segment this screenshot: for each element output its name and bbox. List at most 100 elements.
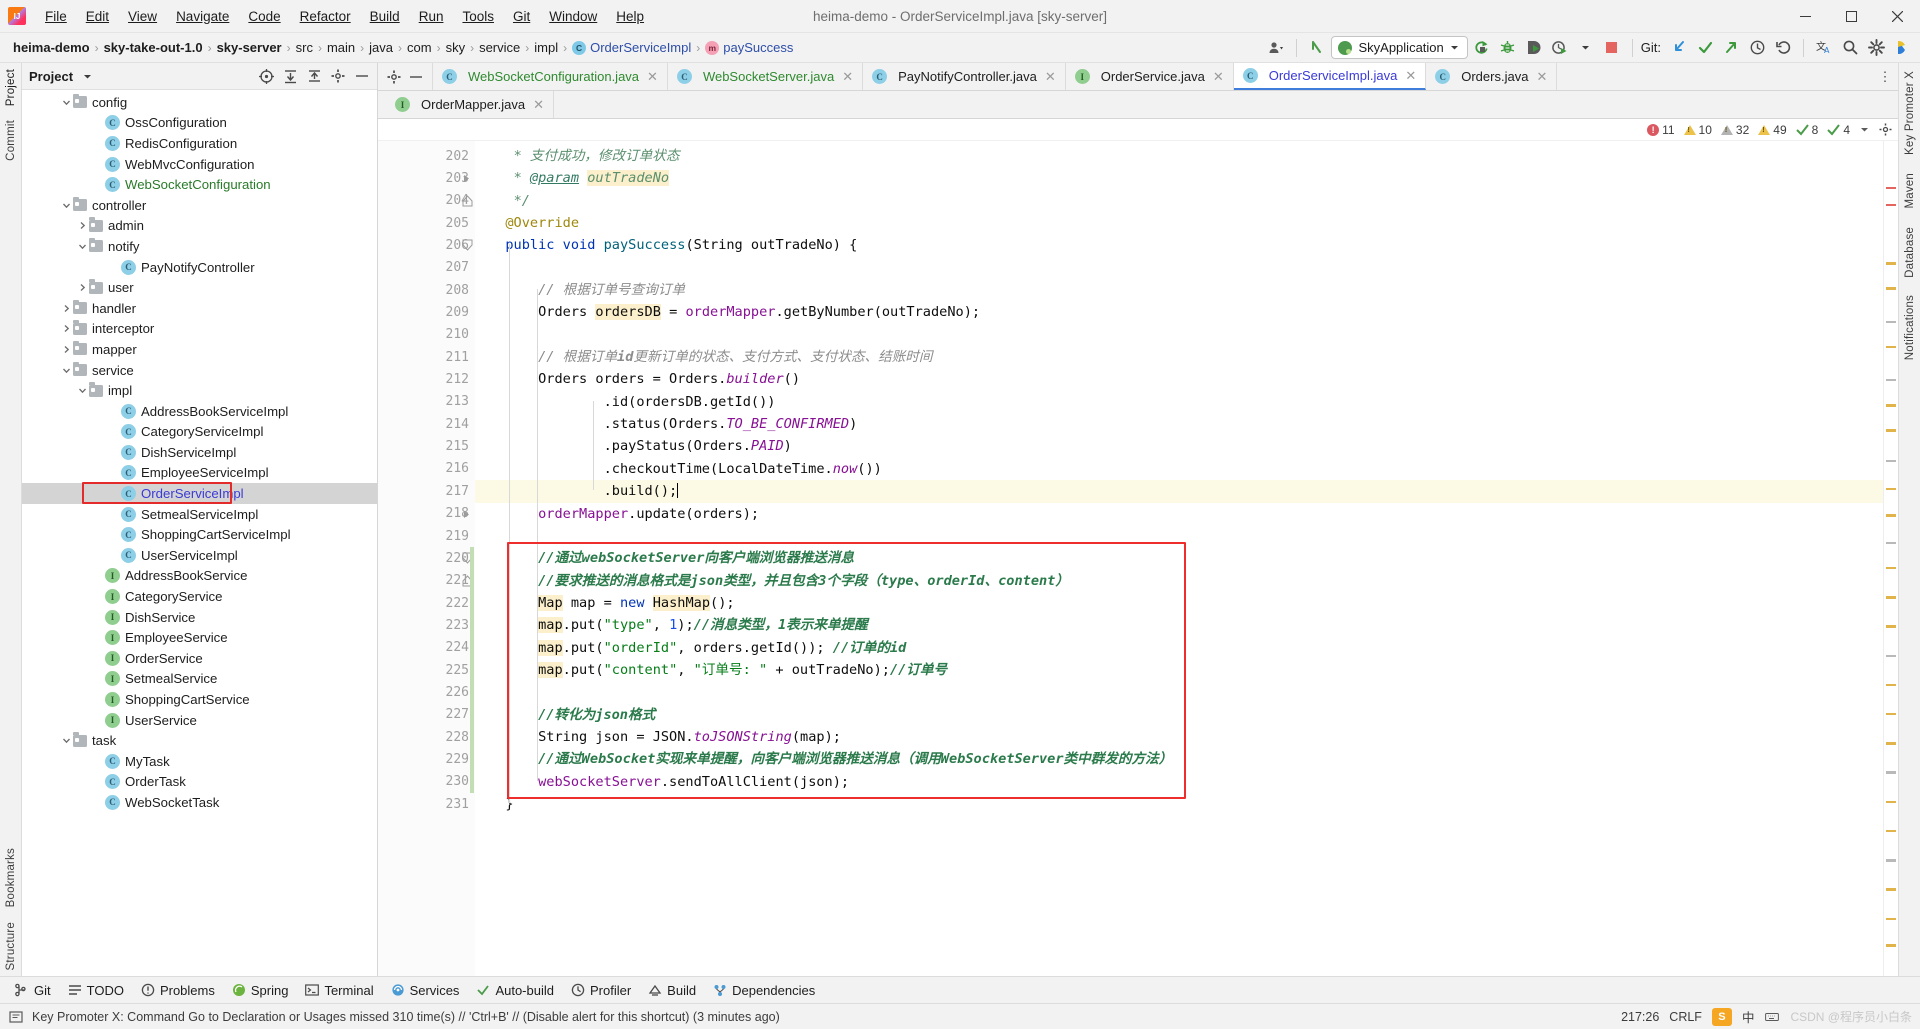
tree-expander-icon[interactable] — [76, 240, 89, 253]
close-button[interactable] — [1874, 0, 1920, 32]
line-number-204[interactable]: 204 — [378, 190, 475, 212]
code-line-207[interactable] — [475, 257, 1883, 279]
code-editor[interactable]: 202203204205206I207208209210211212213214… — [378, 141, 1898, 976]
code-line-209[interactable]: Orders ordersDB = orderMapper.getByNumbe… — [475, 301, 1883, 323]
tree-expander-icon[interactable] — [76, 384, 89, 397]
breadcrumb-item-main[interactable]: main — [324, 38, 358, 57]
tree-expander-icon[interactable] — [92, 611, 105, 624]
menu-code[interactable]: Code — [239, 5, 289, 28]
tree-expander-icon[interactable] — [108, 487, 121, 500]
tree-expander-icon[interactable] — [108, 261, 121, 274]
tool-window-todo[interactable]: TODO — [61, 980, 131, 1001]
settings-icon[interactable] — [1864, 36, 1888, 60]
code-line-214[interactable]: .status(Orders.TO_BE_CONFIRMED) — [475, 413, 1883, 435]
line-number-223[interactable]: 223 — [378, 614, 475, 636]
code-line-218[interactable]: orderMapper.update(orders); — [475, 503, 1883, 525]
inspection-marker[interactable] — [1886, 742, 1896, 745]
tool-window-build[interactable]: Build — [641, 980, 703, 1001]
tree-item-controller[interactable]: controller — [22, 195, 377, 216]
line-number-207[interactable]: 207 — [378, 257, 475, 279]
tree-expander-icon[interactable] — [108, 466, 121, 479]
close-icon[interactable]: ✕ — [533, 97, 544, 113]
line-number-219[interactable]: 219 — [378, 525, 475, 547]
line-number-218[interactable]: 218 — [378, 503, 475, 525]
inspection-scrollbar[interactable] — [1883, 141, 1898, 976]
menu-tools[interactable]: Tools — [453, 5, 503, 28]
code-line-230[interactable]: webSocketServer.sendToAllClient(json); — [475, 771, 1883, 793]
menu-window[interactable]: Window — [540, 5, 606, 28]
tree-item-webmvcconfiguration[interactable]: C WebMvcConfiguration — [22, 154, 377, 175]
menu-help[interactable]: Help — [607, 5, 653, 28]
close-icon[interactable]: ✕ — [1536, 69, 1547, 85]
editor-tab-paynotifycontroller[interactable]: C PayNotifyController.java ✕ — [863, 63, 1066, 90]
tree-expander-icon[interactable] — [76, 281, 89, 294]
tree-expander-icon[interactable] — [60, 302, 73, 315]
tree-item-employeeserviceimpl[interactable]: C EmployeeServiceImpl — [22, 463, 377, 484]
editor-tabs[interactable]: C WebSocketConfiguration.java ✕ C WebSocketS… — [433, 63, 1558, 90]
code-fold-icon[interactable] — [462, 194, 473, 207]
line-number-216[interactable]: 216 — [378, 458, 475, 480]
tree-item-dishservice[interactable]: I DishService — [22, 607, 377, 628]
other-count-badge[interactable]: 4 — [1827, 123, 1850, 137]
code-line-212[interactable]: Orders orders = Orders.builder() — [475, 368, 1883, 390]
warning-count-badge[interactable]: 10 — [1683, 123, 1712, 137]
collapse-all-icon[interactable] — [304, 66, 324, 86]
code-line-223[interactable]: map.put("type", 1);//消息类型，1表示来单提醒 — [475, 614, 1883, 636]
line-number-228[interactable]: 228 — [378, 726, 475, 748]
line-number-215[interactable]: 215 — [378, 435, 475, 457]
inspection-marker[interactable] — [1886, 378, 1896, 382]
run-with-coverage-icon[interactable] — [1522, 36, 1546, 60]
inspection-marker[interactable] — [1886, 683, 1896, 687]
inspection-marker[interactable] — [1886, 514, 1896, 517]
inspection-marker[interactable] — [1886, 654, 1896, 658]
tree-item-shoppingcartserviceimpl[interactable]: C ShoppingCartServiceImpl — [22, 524, 377, 545]
code-line-205[interactable]: @Override — [475, 212, 1883, 234]
code-line-217[interactable]: .build(); — [475, 480, 1883, 503]
line-number-202[interactable]: 202 — [378, 145, 475, 167]
rail-button-key-promoter-x[interactable]: Key Promoter X — [1904, 71, 1916, 155]
breadcrumb-item-sky[interactable]: sky — [443, 38, 469, 57]
tree-item-handler[interactable]: handler — [22, 298, 377, 319]
ime-keyboard-icon[interactable] — [1764, 1009, 1780, 1025]
tree-expander-icon[interactable] — [92, 116, 105, 129]
tree-expander-icon[interactable] — [60, 199, 73, 212]
tree-item-addressbookservice[interactable]: I AddressBookService — [22, 566, 377, 587]
tree-item-mapper[interactable]: mapper — [22, 339, 377, 360]
line-number-203[interactable]: 203 — [378, 167, 475, 189]
menu-file[interactable]: File — [36, 5, 76, 28]
tree-expander-icon[interactable] — [92, 590, 105, 603]
sogou-ime-icon[interactable]: S — [1711, 1007, 1732, 1026]
close-icon[interactable]: ✕ — [1045, 69, 1056, 85]
maximize-button[interactable] — [1828, 0, 1874, 32]
rail-button-notifications[interactable]: Notifications — [1904, 295, 1916, 360]
breadcrumb-item-impl[interactable]: impl — [531, 38, 561, 57]
ime-language[interactable]: 中 — [1742, 1007, 1755, 1026]
menu-navigate[interactable]: Navigate — [167, 5, 238, 28]
close-icon[interactable]: ✕ — [1405, 68, 1416, 84]
rail-button-project[interactable]: Project — [5, 69, 17, 106]
user-settings-icon[interactable] — [1264, 36, 1288, 60]
settings-icon[interactable] — [1879, 123, 1892, 136]
grammar-count-badge[interactable]: 8 — [1795, 123, 1818, 137]
breadcrumb-item-heima-demo[interactable]: heima-demo — [10, 38, 93, 57]
code-content[interactable]: * 支付成功，修改订单状态 * @param outTradeNo */ @Ov… — [475, 141, 1883, 976]
breadcrumb-item-paysuccess[interactable]: m paySuccess — [702, 38, 796, 58]
git-push-icon[interactable] — [1719, 36, 1743, 60]
line-number-208[interactable]: 208 — [378, 279, 475, 301]
tree-item-categoryservice[interactable]: I CategoryService — [22, 586, 377, 607]
editor-tab-orders[interactable]: C Orders.java ✕ — [1426, 63, 1558, 90]
editor-tab-websocketconfiguration[interactable]: C WebSocketConfiguration.java ✕ — [433, 63, 668, 90]
inspection-marker[interactable] — [1886, 429, 1896, 432]
tree-item-service[interactable]: service — [22, 360, 377, 381]
rail-button-commit[interactable]: Commit — [5, 120, 17, 161]
inspection-marker[interactable] — [1886, 203, 1896, 207]
tree-item-shoppingcartservice[interactable]: I ShoppingCartService — [22, 689, 377, 710]
inspection-marker[interactable] — [1886, 487, 1896, 491]
rail-button-structure[interactable]: Structure — [5, 922, 17, 970]
line-number-206[interactable]: 206I — [378, 234, 500, 256]
tree-item-mytask[interactable]: C MyTask — [22, 751, 377, 772]
breadcrumb-item-sky-server[interactable]: sky-server — [214, 38, 285, 57]
tree-expander-icon[interactable] — [92, 714, 105, 727]
window-controls[interactable] — [1782, 0, 1920, 32]
menu-view[interactable]: View — [119, 5, 166, 28]
